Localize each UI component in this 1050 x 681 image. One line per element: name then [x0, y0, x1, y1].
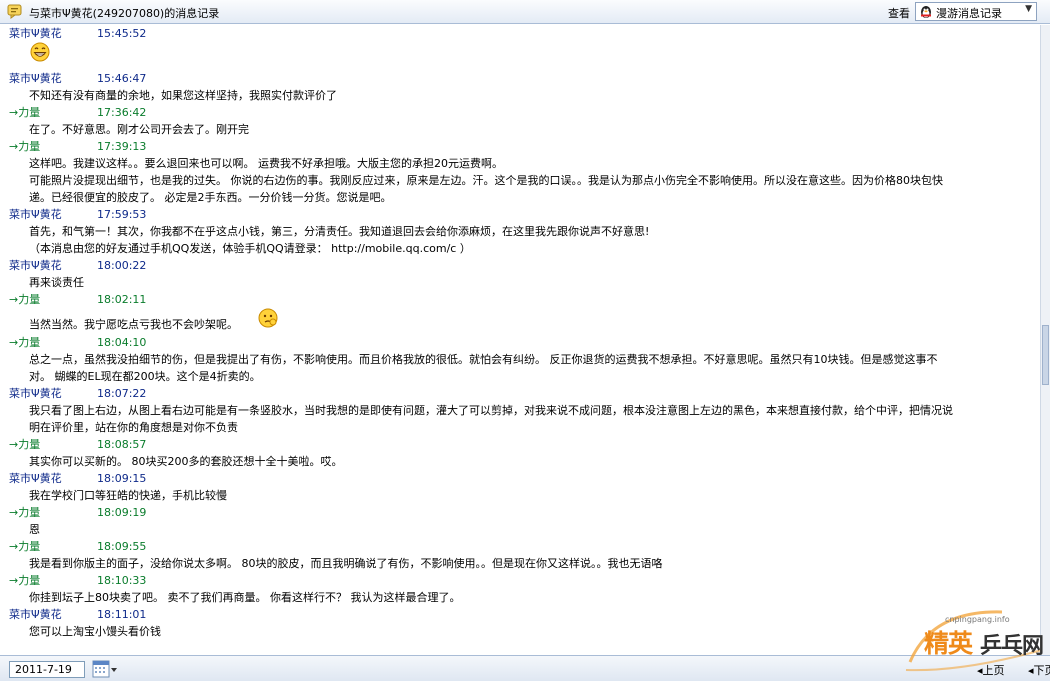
- message-text: 总之一点，虽然我没拍细节的伤，但是我提出了有伤，不影响使用。而且价格我放的很低。…: [29, 353, 938, 366]
- sender-name: →力量: [9, 336, 41, 349]
- message-text: 您可以上淘宝小馒头看价钱: [29, 625, 161, 638]
- chevron-down-icon[interactable]: ▼: [1025, 4, 1032, 14]
- sender-name: 菜市Ψ黄花: [9, 387, 62, 400]
- message-time: 18:08:57: [97, 438, 147, 451]
- message-text: 明在评价里，站在你的角度想是对你不负责: [29, 421, 238, 434]
- message-text: 不知还有没有商量的余地，如果您这样坚持，我照实付款评价了: [29, 89, 337, 102]
- message-list: 菜市Ψ黄花 15:45:52 菜市Ψ黄花 15:46:47 不知还有没有商量的余地，如果…: [0, 25, 1040, 655]
- window-title: 与菜市Ψ黄花(249207080)的消息记录: [29, 7, 220, 20]
- message-time: 18:11:01: [97, 608, 147, 621]
- sender-name: →力量: [9, 293, 41, 306]
- message-header: →力量 18:08:57: [9, 438, 146, 452]
- sender-name: 菜市Ψ黄花: [9, 208, 62, 221]
- message-header: 菜市Ψ黄花 18:09:15: [9, 472, 146, 486]
- message-header: 菜市Ψ黄花 17:59:53: [9, 208, 146, 222]
- message-time: 18:09:15: [97, 472, 147, 485]
- message-time: 18:02:11: [97, 293, 147, 306]
- sender-name: →力量: [9, 438, 41, 451]
- sender-name: →力量: [9, 140, 41, 153]
- message-text: 我是看到你版主的面子，没给你说太多啊。 80块的胶皮，而且我明确说了有伤，不影响…: [29, 557, 663, 570]
- message-text: 可能照片没提现出细节，也是我的过失。 你说的右边伤的事。我刚反应过来，原来是左边…: [29, 174, 943, 187]
- message-text: 恩: [29, 523, 40, 536]
- thinking-emoji-icon: [258, 308, 278, 328]
- message-time: 15:45:52: [97, 27, 147, 40]
- message-time: 18:00:22: [97, 259, 147, 272]
- message-time: 17:36:42: [97, 106, 147, 119]
- message-text: 在了。不好意思。刚才公司开会去了。刚开完: [29, 123, 249, 136]
- calendar-icon[interactable]: [92, 660, 118, 679]
- vertical-scrollbar[interactable]: [1040, 25, 1050, 655]
- message-time: 18:10:33: [97, 574, 147, 587]
- message-text: 对。 蝴蝶的EL现在都200块。这个是4折卖的。: [29, 370, 261, 383]
- sender-name: 菜市Ψ黄花: [9, 472, 62, 485]
- chat-history-icon: [7, 4, 22, 19]
- message-header: →力量 18:10:33: [9, 574, 146, 588]
- message-text: 再来谈责任: [29, 276, 84, 289]
- message-header: →力量 18:09:19: [9, 506, 146, 520]
- message-time: 17:59:53: [97, 208, 147, 221]
- sender-name: →力量: [9, 106, 41, 119]
- message-time: 15:46:47: [97, 72, 147, 85]
- message-header: 菜市Ψ黄花 18:11:01: [9, 608, 146, 622]
- watermark-text-b: 乒乓网: [980, 634, 1044, 659]
- sender-name: 菜市Ψ黄花: [9, 259, 62, 272]
- message-time: 17:39:13: [97, 140, 147, 153]
- message-time: 18:07:22: [97, 387, 147, 400]
- sender-name: →力量: [9, 506, 41, 519]
- date-field[interactable]: 2011-7-19: [9, 661, 85, 678]
- footer-bar: 2011-7-19 ◂上页 ◂下页: [0, 655, 1050, 681]
- sender-name: 菜市Ψ黄花: [9, 72, 62, 85]
- qq-penguin-icon: [921, 6, 931, 18]
- message-time: 18:09:19: [97, 506, 147, 519]
- message-header: 菜市Ψ黄花 18:07:22: [9, 387, 146, 401]
- message-header: →力量 18:04:10: [9, 336, 146, 350]
- message-text: 当然当然。我宁愿吃点亏我也不会吵架呢。: [29, 318, 238, 331]
- message-text: 我在学校门口等狂皓的快递，手机比较慢: [29, 489, 227, 502]
- title-bar: 与菜市Ψ黄花(249207080)的消息记录 查看 漫游消息记录 ▼: [0, 0, 1050, 24]
- sender-name: →力量: [9, 574, 41, 587]
- message-header: →力量 18:02:11: [9, 293, 146, 307]
- view-label: 查看: [888, 7, 910, 20]
- watermark-text-a: 精英: [924, 629, 973, 658]
- message-time: 18:09:55: [97, 540, 147, 553]
- message-text: 递。已经很便宜的胶皮了。 必定是2手东西。一分价钱一分货。您说是吧。: [29, 191, 392, 204]
- message-text: （本消息由您的好友通过手机QQ发送，体验手机QQ请登录： http://mobi…: [29, 242, 471, 255]
- message-time: 18:04:10: [97, 336, 147, 349]
- history-mode-select[interactable]: 漫游消息记录 ▼: [915, 2, 1037, 21]
- history-mode-value: 漫游消息记录: [936, 7, 1002, 20]
- message-text: 这样吧。我建议这样。。要么退回来也可以啊。 运费我不好承担哦。大版主您的承担20…: [29, 157, 503, 170]
- message-text: 其实你可以买新的。 80块买200多的套胶还想十全十美啦。哎。: [29, 455, 343, 468]
- watermark-url: cnpingpang.info: [945, 615, 1010, 624]
- message-text: 我只看了图上右边，从图上看右边可能是有一条竖胶水，当时我想的是即使有问题，灌大了…: [29, 404, 953, 417]
- message-header: →力量 17:36:42: [9, 106, 146, 120]
- sender-name: →力量: [9, 540, 41, 553]
- sender-name: 菜市Ψ黄花: [9, 608, 62, 621]
- sender-name: 菜市Ψ黄花: [9, 27, 62, 40]
- scrollbar-thumb[interactable]: [1042, 325, 1049, 385]
- grin-emoji-icon: [30, 42, 50, 62]
- message-header: 菜市Ψ黄花 15:45:52: [9, 27, 146, 41]
- message-header: 菜市Ψ黄花 18:00:22: [9, 259, 146, 273]
- message-text: 你挂到坛子上80块卖了吧。 卖不了我们再商量。 你看这样行不？ 我认为这样最合理…: [29, 591, 461, 604]
- message-header: 菜市Ψ黄花 15:46:47: [9, 72, 146, 86]
- message-text: 首先，和气第一！其次，你我都不在乎这点小钱，第三，分清责任。我知道退回去会给你添…: [29, 225, 650, 238]
- message-header: →力量 17:39:13: [9, 140, 146, 154]
- site-watermark: cnpingpang.info 精英 乒乓网: [902, 600, 1050, 676]
- message-header: →力量 18:09:55: [9, 540, 146, 554]
